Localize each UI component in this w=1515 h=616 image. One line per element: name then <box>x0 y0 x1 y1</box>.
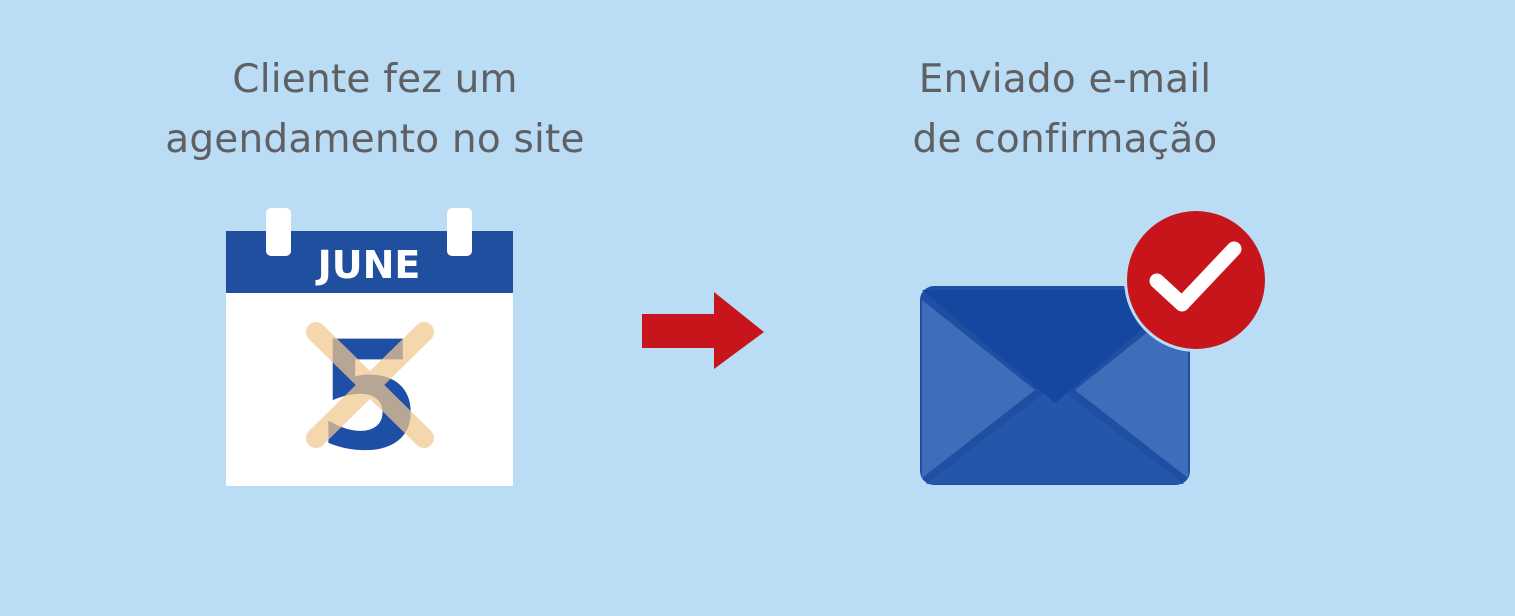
check-badge-icon <box>1124 208 1268 352</box>
arrow-right-icon <box>642 292 764 369</box>
envelope-check-icon <box>920 208 1268 485</box>
calendar-ring-right <box>447 208 472 256</box>
calendar-icon: JUNE 5 <box>226 208 513 486</box>
diagram-canvas: JUNE 5 <box>226 208 1268 486</box>
calendar-month: JUNE <box>315 243 421 287</box>
calendar-ring-left <box>266 208 291 256</box>
